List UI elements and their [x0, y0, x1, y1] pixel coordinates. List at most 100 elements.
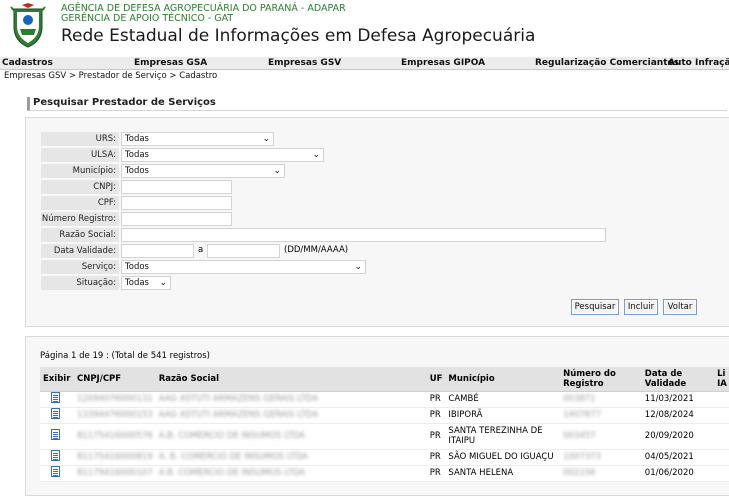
cnpj-value: 12094076000131 [76, 394, 153, 404]
exibir-cell [40, 423, 74, 450]
table-row: 81179416000107 A.B. COMERCIO DE INSUMOS … [40, 465, 729, 482]
cpf-label: CPF: [41, 196, 119, 210]
agency-name: AGÊNCIA DE DEFESA AGROPECUÁRIA DO PARANÁ… [61, 4, 346, 24]
page-header: AGÊNCIA DE DEFESA AGROPECUÁRIA DO PARANÁ… [0, 0, 729, 55]
razao-social-input[interactable] [121, 228, 606, 242]
chevron-down-icon: ⌄ [262, 134, 270, 144]
col-extra[interactable]: Li IA [714, 367, 729, 392]
razao-value: A.B. COMERCIO DE INSUMOS LTDA [158, 431, 306, 441]
menu-empresas-gipoa[interactable]: Empresas GIPOA [401, 58, 485, 68]
numero-cell: 003871 [560, 391, 642, 408]
numero-value: 1007373 [563, 452, 601, 462]
extra-cell [714, 423, 729, 450]
table-row: 12094076000131 AAG ASTUTI ARMAZENS GERAI… [40, 391, 729, 408]
document-icon[interactable] [51, 429, 60, 440]
municipio-select[interactable]: Todos ⌄ [121, 164, 285, 178]
extra-cell [714, 407, 729, 424]
razao-social-label: Razão Social: [41, 228, 119, 242]
table-row: 13394476000153 AAG ASTUTI ARMAZENS GERAI… [40, 407, 729, 424]
results-table: Exibir CNPJ/CPF Razão Social UF Municípi… [40, 367, 729, 482]
urs-value: Todas [125, 134, 149, 144]
table-row: 81175416000819 A. B. COMERCIO DE INSUMOS… [40, 449, 729, 466]
uf-cell: PR [426, 391, 446, 408]
numero-value: 003457 [563, 431, 596, 441]
date-range-separator: a [198, 245, 204, 255]
system-title: Rede Estadual de Informações em Defesa A… [61, 26, 536, 46]
col-cnpj[interactable]: CNPJ/CPF [73, 367, 156, 392]
municipio-cell: SANTA TEREZINHA DE ITAIPU [445, 423, 561, 450]
municipio-label: Município: [41, 164, 119, 178]
urs-select[interactable]: Todas ⌄ [121, 132, 274, 146]
exibir-cell [40, 465, 74, 482]
data-validade-row: Data Validade: a (DD/MM/AAAA) [41, 244, 441, 258]
municipio-cell: SÃO MIGUEL DO IGUAÇU [445, 449, 561, 466]
situacao-select[interactable]: Todas ⌄ [121, 276, 171, 290]
extra-cell [714, 391, 729, 408]
ulsa-select[interactable]: Todas ⌄ [121, 148, 324, 162]
menu-empresas-gsv[interactable]: Empresas GSV [268, 58, 341, 68]
numero-cell: 1007373 [560, 449, 642, 466]
parana-coat-of-arms-icon [10, 3, 46, 48]
razao-cell: AAG ASTUTI ARMAZENS GERAIS LTDA [155, 407, 427, 424]
voltar-button[interactable]: Voltar [663, 299, 697, 315]
numero-value: 1407877 [563, 410, 601, 420]
razao-value: AAG ASTUTI ARMAZENS GERAIS LTDA [158, 394, 319, 404]
col-exibir: Exibir [40, 367, 74, 392]
extra-cell [714, 449, 729, 466]
razao-cell: AAG ASTUTI ARMAZENS GERAIS LTDA [155, 391, 427, 408]
servico-value: Todos [125, 262, 149, 272]
cnpj-cell: 81175416000576 [73, 423, 156, 450]
col-municipio[interactable]: Município [445, 367, 561, 392]
situacao-label: Situação: [41, 276, 119, 290]
col-data-validade[interactable]: Data de Validade [641, 367, 715, 392]
numero-value: 002156 [563, 468, 596, 478]
numero-registro-label: Número Registro: [41, 212, 119, 226]
cnpj-cell: 13394476000153 [73, 407, 156, 424]
results-panel: Página 1 de 19 : (Total de 541 registros… [25, 336, 729, 496]
menu-cadastros[interactable]: Cadastros [2, 58, 53, 68]
uf-cell: PR [426, 407, 446, 424]
menu-auto-infracao[interactable]: Auto Infração [668, 58, 729, 68]
incluir-button[interactable]: Incluir [624, 299, 658, 315]
cnpj-value: 81179416000107 [76, 468, 153, 478]
menu-empresas-gsa[interactable]: Empresas GSA [134, 58, 207, 68]
cnpj-input[interactable] [121, 180, 232, 194]
uf-cell: PR [426, 449, 446, 466]
table-row: 81175416000576 A.B. COMERCIO DE INSUMOS … [40, 423, 729, 450]
validade-cell: 11/03/2021 [641, 391, 715, 408]
document-icon[interactable] [51, 450, 60, 461]
municipio-cell: SANTA HELENA [445, 465, 561, 482]
cnpj-value: 81175416000576 [76, 431, 153, 441]
data-validade-label: Data Validade: [41, 244, 119, 258]
numero-cell: 003457 [560, 423, 642, 450]
numero-value: 003871 [563, 394, 596, 404]
razao-cell: A.B. COMERCIO DE INSUMOS LTDA [155, 465, 427, 482]
cpf-input[interactable] [121, 196, 232, 210]
municipio-value: Todos [125, 166, 149, 176]
pesquisar-button[interactable]: Pesquisar [571, 299, 619, 315]
col-razao-social[interactable]: Razão Social [155, 367, 427, 392]
servico-select[interactable]: Todos ⌄ [121, 260, 366, 274]
document-icon[interactable] [51, 392, 60, 403]
breadcrumb: Empresas GSV > Prestador de Serviço > Ca… [4, 71, 218, 81]
razao-value: AAG ASTUTI ARMAZENS GERAIS LTDA [158, 410, 319, 420]
document-icon[interactable] [51, 466, 60, 477]
chevron-down-icon: ⌄ [312, 150, 320, 160]
col-uf[interactable]: UF [426, 367, 446, 392]
document-icon[interactable] [51, 408, 60, 419]
cnpj-value: 81175416000819 [76, 452, 153, 462]
servico-label: Serviço: [41, 260, 119, 274]
menu-regularizacao-comerciantes[interactable]: Regularização Comerciantes [535, 58, 679, 68]
uf-cell: PR [426, 465, 446, 482]
numero-registro-input[interactable] [121, 212, 232, 226]
chevron-down-icon: ⌄ [273, 166, 281, 176]
pagination-info: Página 1 de 19 : (Total de 541 registros… [40, 351, 210, 361]
validade-cell: 04/05/2021 [641, 449, 715, 466]
razao-value: A.B. COMERCIO DE INSUMOS LTDA [158, 468, 306, 478]
cnpj-value: 13394476000153 [76, 410, 153, 420]
cnpj-cell: 81175416000819 [73, 449, 156, 466]
table-header-row: Exibir CNPJ/CPF Razão Social UF Municípi… [40, 367, 729, 392]
data-validade-from-input[interactable] [121, 244, 194, 258]
data-validade-to-input[interactable] [207, 244, 280, 258]
col-numero-registro[interactable]: Número do Registro [560, 367, 642, 392]
